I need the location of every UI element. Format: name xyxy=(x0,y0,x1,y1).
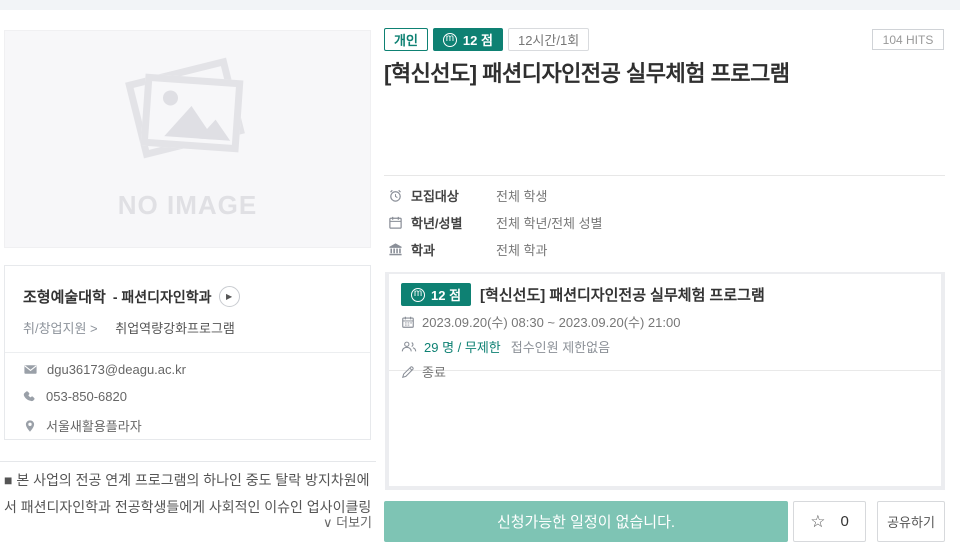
email-value: dgu36173@deagu.ac.kr xyxy=(47,362,186,377)
detail-value: 전체 학년/전체 성별 xyxy=(496,213,603,232)
detail-row-grade-gender: 학년/성별 전체 학년/전체 성별 xyxy=(388,211,944,233)
people-icon xyxy=(401,340,417,353)
phone-value: 053-850-6820 xyxy=(46,389,127,404)
badge-mileage-points: m 12 점 xyxy=(433,28,503,51)
program-detail-page: NO IMAGE 조형예술대학 - 패션디자인학과 ▶ 취/창업지원 > 취업역… xyxy=(0,0,960,551)
badge-duration: 12시간/1회 xyxy=(508,28,589,51)
program-thumbnail-placeholder: NO IMAGE xyxy=(4,30,371,248)
detail-label: 모집대상 xyxy=(411,186,496,205)
breadcrumb: 취/창업지원 > 취업역량강화프로그램 xyxy=(23,318,235,337)
breadcrumb-arrow: > xyxy=(90,321,98,336)
no-image-label: NO IMAGE xyxy=(5,190,370,221)
no-schedule-notice-button[interactable]: 신청가능한 일정이 없습니다. xyxy=(384,501,788,542)
phone-icon xyxy=(23,390,37,404)
bank-icon xyxy=(388,242,411,257)
department-header: 조형예술대학 - 패션디자인학과 ▶ xyxy=(23,286,240,307)
star-icon: ☆ xyxy=(810,513,825,530)
photo-mountain-small xyxy=(198,119,231,141)
detail-label: 학과 xyxy=(411,240,496,259)
show-more-link[interactable]: ∨ 더보기 xyxy=(4,512,372,531)
program-title: [혁신선도] 패션디자인전공 실무체험 프로그램 xyxy=(384,56,945,88)
schedule-status: 종료 xyxy=(422,362,446,381)
schedule-capacity: 29 명 / 무제한 xyxy=(424,337,501,356)
schedule-period: 2023.09.20(수) 08:30 ~ 2023.09.20(수) 21:0… xyxy=(422,312,680,331)
map-pin-icon xyxy=(23,419,37,433)
hits-counter: 104 HITS xyxy=(872,29,944,50)
clock-icon xyxy=(388,188,411,203)
contact-phone-row: 053-850-6820 xyxy=(23,389,127,404)
badge-mileage-points: m 12 점 xyxy=(401,283,471,306)
schedule-item-title: [혁신선도] 패션디자인전공 실무체험 프로그램 xyxy=(480,284,765,305)
detail-row-target: 모집대상 전체 학생 xyxy=(388,184,944,206)
card-divider xyxy=(5,352,370,353)
chevron-down-icon: ∨ xyxy=(323,515,333,530)
favorite-button[interactable]: ☆ 0 xyxy=(793,501,866,542)
schedule-status-row: 종료 xyxy=(401,362,929,381)
mileage-points-label: 12 점 xyxy=(463,30,493,49)
location-value: 서울새활용플라자 xyxy=(46,416,142,435)
calendar-icon xyxy=(401,315,415,329)
detail-value: 전체 학생 xyxy=(496,186,547,205)
schedule-capacity-note: 접수인원 제한없음 xyxy=(511,337,610,356)
detail-row-department: 학과 전체 학과 xyxy=(388,238,944,260)
mileage-icon: m xyxy=(411,288,425,302)
share-button[interactable]: 공유하기 xyxy=(877,501,945,542)
schedule-item[interactable]: m 12 점 [혁신선도] 패션디자인전공 실무체험 프로그램 2023.09.… xyxy=(389,274,941,371)
play-icon: ▶ xyxy=(226,292,232,301)
favorite-count: 0 xyxy=(840,513,848,530)
show-more-label: 더보기 xyxy=(336,515,372,530)
detail-value: 전체 학과 xyxy=(496,240,547,259)
detail-label: 학년/성별 xyxy=(411,213,496,232)
breadcrumb-category: 취/창업지원 xyxy=(23,321,86,336)
details-divider xyxy=(384,175,945,176)
contact-location-row: 서울새활용플라자 xyxy=(23,416,142,435)
mileage-icon: m xyxy=(443,33,457,47)
badge-personal: 개인 xyxy=(384,28,428,51)
schedule-item-header: m 12 점 [혁신선도] 패션디자인전공 실무체험 프로그램 xyxy=(401,283,929,306)
photo-frame-icon xyxy=(141,74,244,153)
program-badges: 개인 m 12 점 12시간/1회 xyxy=(384,28,589,51)
contact-email-row: dgu36173@deagu.ac.kr xyxy=(23,362,186,377)
schedule-capacity-row: 29 명 / 무제한 접수인원 제한없음 xyxy=(401,337,929,356)
organizer-card: 조형예술대학 - 패션디자인학과 ▶ 취/창업지원 > 취업역량강화프로그램 d… xyxy=(4,265,371,440)
calendar-icon xyxy=(388,215,411,230)
department-name: - 패션디자인학과 xyxy=(113,287,212,307)
schedule-list: m 12 점 [혁신선도] 패션디자인전공 실무체험 프로그램 2023.09.… xyxy=(385,272,945,490)
college-name: 조형예술대학 xyxy=(23,286,106,307)
schedule-period-row: 2023.09.20(수) 08:30 ~ 2023.09.20(수) 21:0… xyxy=(401,312,929,331)
breadcrumb-program-type: 취업역량강화프로그램 xyxy=(115,321,235,336)
top-header-band xyxy=(0,0,960,10)
mileage-points-label: 12 점 xyxy=(431,285,461,304)
pen-icon xyxy=(401,365,415,379)
description-divider xyxy=(0,461,376,462)
expand-department-button[interactable]: ▶ xyxy=(219,286,240,307)
mail-icon xyxy=(23,362,38,377)
